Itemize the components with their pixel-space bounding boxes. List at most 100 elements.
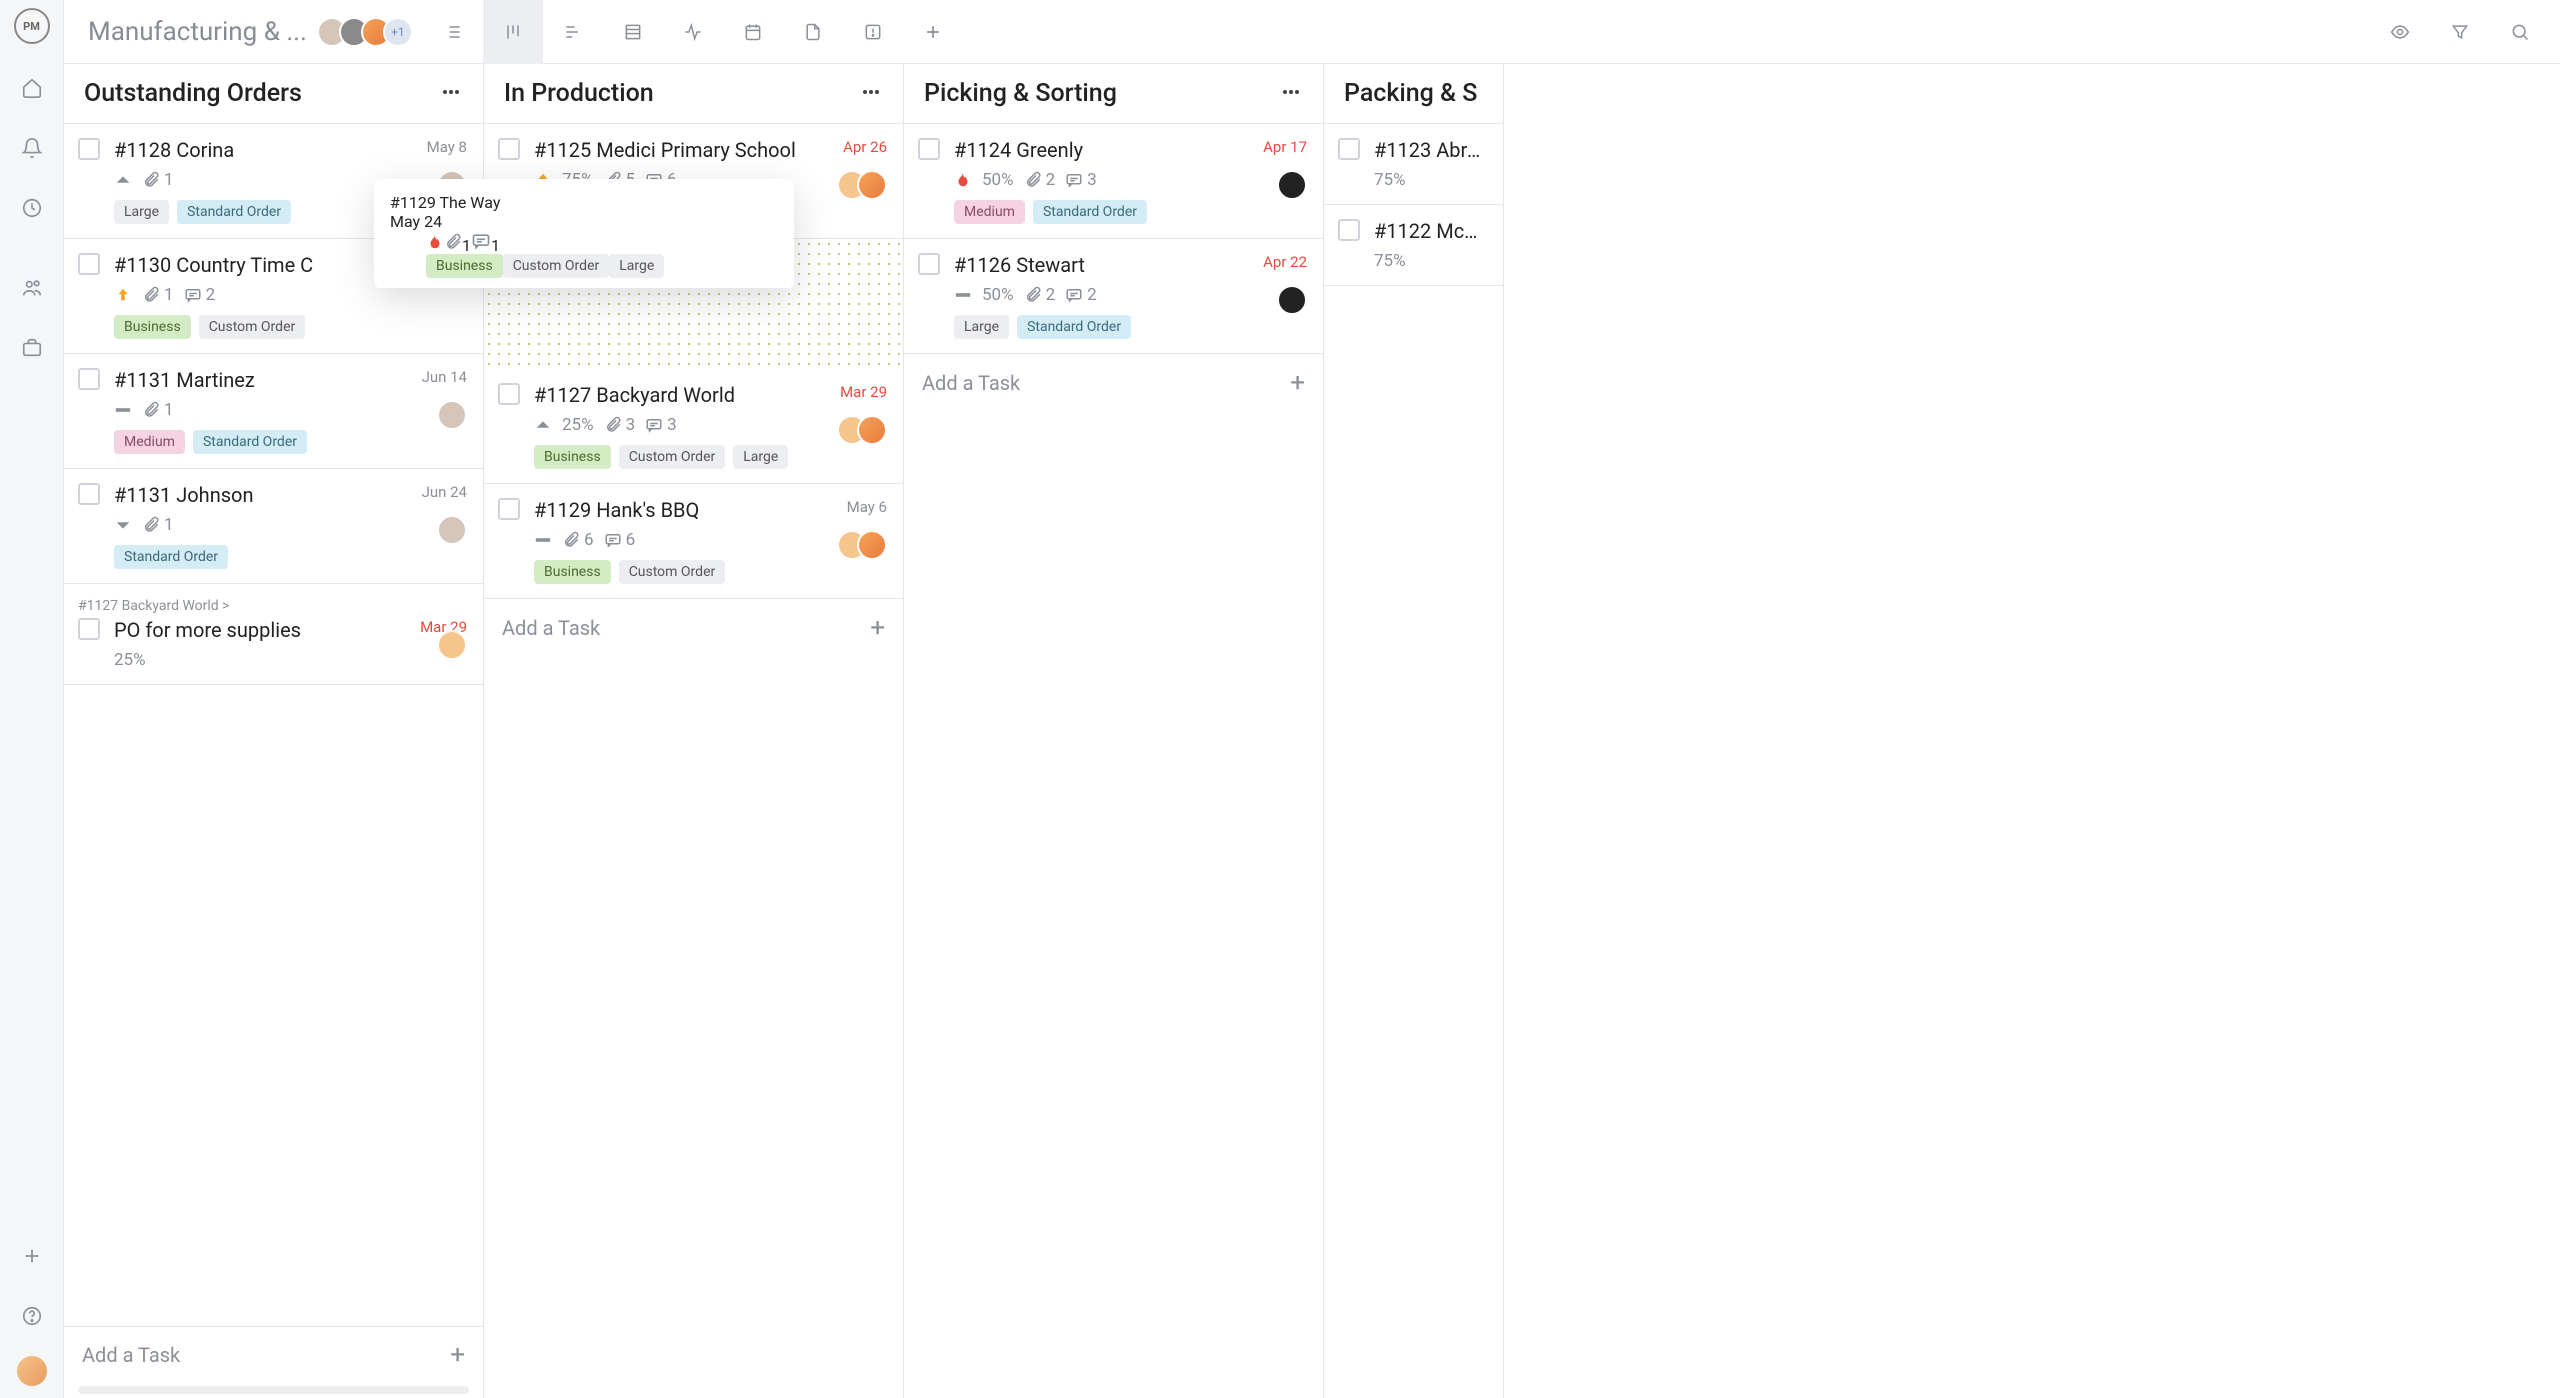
assignee-avatar[interactable]	[437, 400, 467, 430]
assignee-avatar[interactable]	[437, 515, 467, 545]
list-view-icon[interactable]	[423, 0, 483, 64]
task-title: #1124 Greenly	[954, 138, 1253, 162]
task-checkbox[interactable]	[1338, 219, 1360, 241]
assignee-avatar[interactable]	[1277, 170, 1307, 200]
home-icon[interactable]	[12, 68, 52, 108]
task-tag[interactable]: Business	[534, 560, 611, 584]
task-tag[interactable]: Standard Order	[193, 430, 307, 454]
task-tag[interactable]: Large	[954, 315, 1009, 339]
assignee-avatar[interactable]	[437, 630, 467, 660]
task-tag[interactable]: Business	[534, 445, 611, 469]
priority-icon	[114, 516, 132, 534]
member-overflow[interactable]: +1	[383, 17, 413, 47]
gantt-view-icon[interactable]	[543, 0, 603, 64]
comment-count: 2	[1065, 285, 1097, 305]
column-menu-icon[interactable]	[439, 80, 463, 108]
attachment-count: 1	[142, 400, 174, 420]
assignee-avatars[interactable]	[847, 415, 887, 445]
sheet-view-icon[interactable]	[603, 0, 663, 64]
task-checkbox[interactable]	[498, 383, 520, 405]
task-card[interactable]: #1124 GreenlyApr 1750%23MediumStandard O…	[904, 124, 1323, 239]
parent-task-link[interactable]: #1127 Backyard World >	[78, 598, 467, 614]
task-title: PO for more supplies	[114, 618, 410, 642]
task-card[interactable]: #1131 JohnsonJun 241Standard Order	[64, 469, 483, 584]
task-card[interactable]: #1127 Backyard WorldMar 2925%33BusinessC…	[484, 369, 903, 484]
task-tag[interactable]: Custom Order	[503, 254, 610, 278]
assignee-avatars[interactable]	[847, 170, 887, 200]
filter-icon[interactable]	[2430, 0, 2490, 64]
task-card[interactable]: #1126 StewartApr 2250%22LargeStandard Or…	[904, 239, 1323, 354]
task-checkbox[interactable]	[1338, 138, 1360, 160]
task-tag[interactable]: Large	[114, 200, 169, 224]
people-icon[interactable]	[12, 268, 52, 308]
comment-count: 3	[1065, 170, 1097, 190]
add-icon[interactable]	[12, 1236, 52, 1276]
task-card[interactable]: #1123 Abram75%	[1324, 124, 1503, 205]
help-icon[interactable]	[12, 1296, 52, 1336]
task-tag[interactable]: Standard Order	[114, 545, 228, 569]
add-view-icon[interactable]	[903, 0, 963, 64]
task-tag[interactable]: Custom Order	[619, 445, 726, 469]
calendar-icon[interactable]	[723, 0, 783, 64]
app-logo[interactable]: PM	[14, 8, 50, 44]
task-card[interactable]: #1122 McDo75%	[1324, 205, 1503, 286]
task-tag[interactable]: Standard Order	[1033, 200, 1147, 224]
current-user-avatar[interactable]	[17, 1356, 47, 1386]
add-task-button[interactable]: Add a Task+	[904, 354, 1323, 412]
task-card[interactable]: #1127 Backyard World > PO for more suppli…	[64, 584, 483, 685]
task-card[interactable]: #1129 Hank's BBQMay 666BusinessCustom Or…	[484, 484, 903, 599]
assignee-avatar[interactable]	[857, 415, 887, 445]
task-tag[interactable]: Large	[733, 445, 788, 469]
task-checkbox[interactable]	[78, 253, 100, 275]
task-checkbox[interactable]	[78, 368, 100, 390]
activity-icon[interactable]	[663, 0, 723, 64]
briefcase-icon[interactable]	[12, 328, 52, 368]
assignee-avatars[interactable]	[847, 530, 887, 560]
bell-icon[interactable]	[12, 128, 52, 168]
task-due-date: Apr 17	[1263, 138, 1307, 156]
assignee-avatars[interactable]	[447, 515, 467, 545]
board-view-icon[interactable]	[483, 0, 543, 64]
assignee-avatar[interactable]	[1277, 285, 1307, 315]
task-checkbox[interactable]	[78, 483, 100, 505]
task-due-date: Jun 24	[422, 483, 467, 501]
task-tag[interactable]: Standard Order	[1017, 315, 1131, 339]
attachment-count: 2	[1024, 285, 1056, 305]
column-title: Packing & S	[1344, 79, 1483, 108]
attachment-count: 6	[562, 530, 594, 550]
task-tag[interactable]: Business	[114, 315, 191, 339]
task-tag[interactable]: Large	[609, 254, 664, 278]
file-icon[interactable]	[783, 0, 843, 64]
assignee-avatars[interactable]	[447, 630, 467, 660]
search-icon[interactable]	[2490, 0, 2550, 64]
task-card[interactable]: #1131 MartinezJun 141MediumStandard Orde…	[64, 354, 483, 469]
task-checkbox[interactable]	[498, 138, 520, 160]
project-members[interactable]: +1	[325, 17, 413, 47]
task-tag[interactable]: Medium	[114, 430, 185, 454]
assignee-avatars[interactable]	[1287, 170, 1307, 200]
clock-icon[interactable]	[12, 188, 52, 228]
add-task-button[interactable]: Add a Task+	[484, 599, 903, 657]
task-tag[interactable]: Custom Order	[619, 560, 726, 584]
column-menu-icon[interactable]	[859, 80, 883, 108]
task-tag[interactable]: Medium	[954, 200, 1025, 224]
assignee-avatar[interactable]	[857, 170, 887, 200]
task-checkbox[interactable]	[918, 253, 940, 275]
task-checkbox[interactable]	[918, 138, 940, 160]
task-tag[interactable]: Standard Order	[177, 200, 291, 224]
task-checkbox[interactable]	[78, 618, 100, 640]
task-checkbox[interactable]	[498, 498, 520, 520]
eye-icon[interactable]	[2370, 0, 2430, 64]
assignee-avatar[interactable]	[857, 530, 887, 560]
progress-percent: 25%	[562, 415, 594, 435]
assignee-avatars[interactable]	[447, 400, 467, 430]
task-tag[interactable]: Custom Order	[199, 315, 306, 339]
add-task-button[interactable]: Add a Task+	[64, 1326, 483, 1382]
priority-icon	[954, 286, 972, 304]
column-menu-icon[interactable]	[1279, 80, 1303, 108]
assignee-avatars[interactable]	[1287, 285, 1307, 315]
dragging-task-card[interactable]: #1129 The WayMay 2411BusinessCustom Orde…	[374, 179, 794, 288]
risk-icon[interactable]	[843, 0, 903, 64]
task-checkbox[interactable]	[78, 138, 100, 160]
task-tag[interactable]: Business	[426, 254, 503, 278]
